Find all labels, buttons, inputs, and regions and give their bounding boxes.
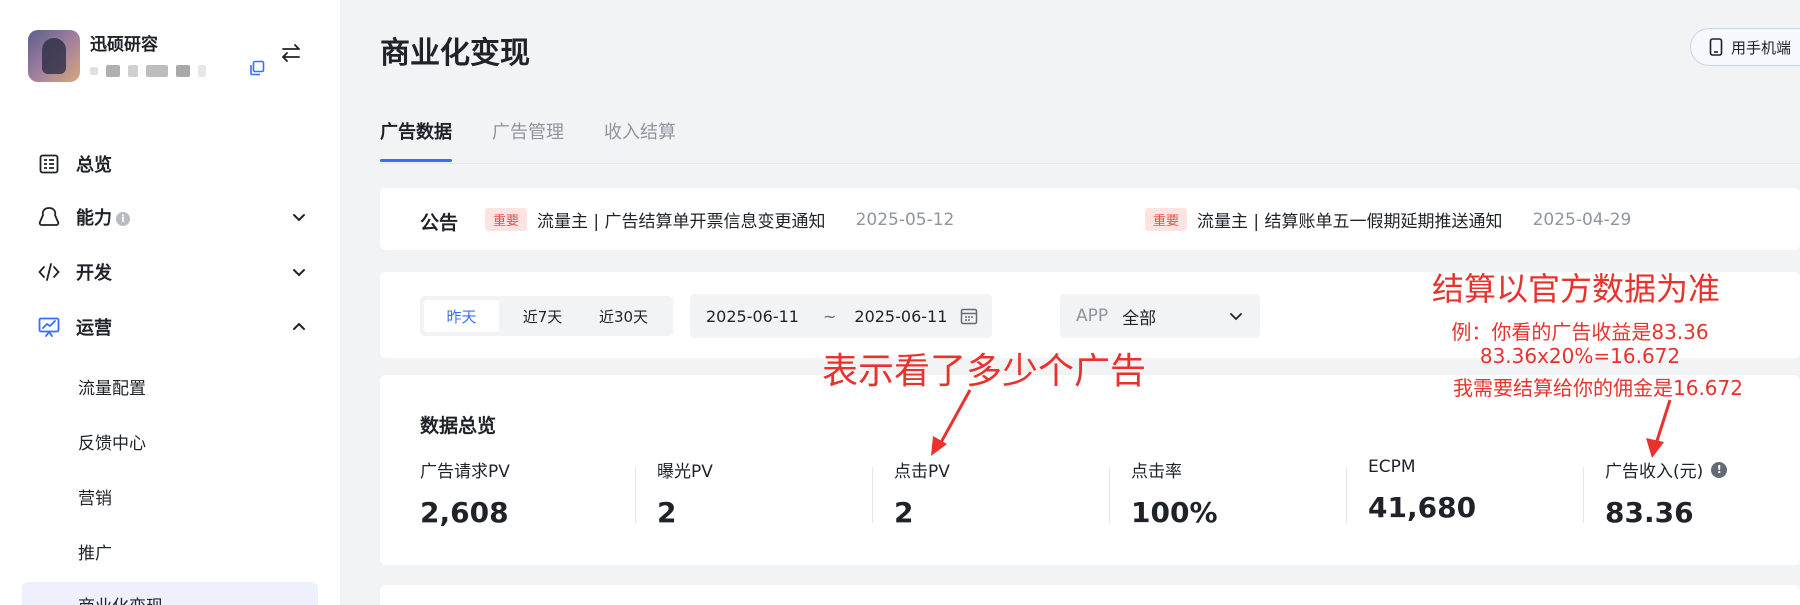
- range-30-days[interactable]: 近30天: [586, 300, 661, 332]
- mobile-view-label: 用手机端: [1731, 38, 1792, 57]
- nav-label: 能力: [76, 208, 112, 229]
- date-range-picker[interactable]: 2025-06-11 ~ 2025-06-11: [690, 294, 992, 338]
- annotation-settle-line1: 例：你看的广告收益是83.36: [1451, 320, 1709, 344]
- metric-clicks: 点击PV 2: [894, 457, 1124, 529]
- annotation-settle-line3: 我需要结算给你的佣金是16.672: [1453, 376, 1743, 400]
- notice-text[interactable]: 流量主 | 结算账单五一假期延期推送通知: [1197, 207, 1503, 232]
- page-title: 商业化变现: [380, 36, 530, 71]
- calendar-icon[interactable]: [960, 307, 978, 325]
- metric-ad-requests: 广告请求PV 2,608: [420, 457, 650, 529]
- dashboard-icon: [38, 153, 60, 175]
- capability-icon: [38, 206, 60, 228]
- metric-divider: [1109, 467, 1110, 523]
- app-select-value: 全部: [1122, 308, 1157, 329]
- notice-text[interactable]: 流量主 | 广告结算单开票信息变更通知: [537, 207, 826, 232]
- profile[interactable]: 迅硕研容: [28, 30, 206, 82]
- metric-label: ECPM: [1368, 457, 1416, 477]
- tab-ad-management[interactable]: 广告管理: [492, 118, 564, 162]
- annotation-settle-title: 结算以官方数据为准: [1432, 270, 1721, 308]
- range-yesterday[interactable]: 昨天: [424, 300, 499, 332]
- phone-icon: [1709, 38, 1723, 56]
- switch-account-icon[interactable]: [280, 44, 302, 62]
- metric-value: 41,680: [1368, 491, 1477, 524]
- tab-bar: 广告数据 广告管理 收入结算: [380, 118, 676, 162]
- sub-item-promotion[interactable]: 推广: [78, 539, 112, 564]
- date-range-segmented: 昨天 近7天 近30天: [420, 296, 673, 336]
- sub-item-marketing[interactable]: 营销: [78, 484, 112, 509]
- profile-name: 迅硕研容: [90, 35, 158, 55]
- metric-value: 2: [657, 496, 677, 529]
- important-tag: 重要: [485, 208, 528, 231]
- start-date[interactable]: 2025-06-11: [706, 307, 799, 326]
- notice-date: 2025-04-29: [1532, 209, 1632, 230]
- nav-capability[interactable]: 能力 i: [38, 199, 308, 235]
- warning-icon[interactable]: !: [1711, 461, 1728, 478]
- copy-icon[interactable]: [249, 60, 265, 76]
- avatar[interactable]: [28, 30, 80, 82]
- annotation-arrow-icon: [931, 389, 972, 456]
- metric-divider: [1583, 467, 1584, 523]
- annotation-arrow-icon: [1646, 399, 1672, 458]
- sub-item-feedback[interactable]: 反馈中心: [78, 429, 146, 454]
- metric-value: 83.36: [1605, 496, 1694, 529]
- nav-overview[interactable]: 总览: [38, 146, 308, 182]
- metric-label: 广告请求PV: [420, 462, 510, 482]
- app-select-label: APP: [1076, 306, 1109, 326]
- metric-divider: [872, 467, 873, 523]
- metric-divider: [635, 467, 636, 523]
- metric-value: 100%: [1131, 496, 1218, 529]
- nav-operations[interactable]: 运营: [38, 309, 308, 345]
- annotation-settle-line2: 83.36x20%=16.672: [1479, 344, 1681, 368]
- overview-title: 数据总览: [420, 415, 497, 437]
- metric-ad-revenue: 广告收入(元) ! 83.36: [1605, 457, 1800, 529]
- lower-card: [380, 585, 1800, 605]
- notice-card: 公告 重要 流量主 | 广告结算单开票信息变更通知 2025-05-12 重要 …: [380, 188, 1800, 250]
- sub-item-monetization[interactable]: 商业化变现: [78, 592, 163, 605]
- chevron-down-icon[interactable]: [290, 208, 308, 226]
- sidebar: 迅硕研容 总览 能力 i 开发 运营 流量配置 反馈中心 营销 推广: [0, 0, 340, 605]
- notice-item[interactable]: 重要 流量主 | 结算账单五一假期延期推送通知 2025-04-29: [1145, 207, 1631, 232]
- metric-label: 曝光PV: [657, 462, 713, 482]
- important-tag: 重要: [1145, 208, 1188, 231]
- nav-develop[interactable]: 开发: [38, 254, 308, 290]
- metric-ecpm: ECPM 41,680: [1368, 457, 1598, 524]
- tab-income-settlement[interactable]: 收入结算: [604, 118, 676, 162]
- notice-date: 2025-05-12: [855, 209, 955, 230]
- metric-label: 点击PV: [894, 462, 950, 482]
- nav-label: 运营: [76, 318, 112, 339]
- sub-item-active-bg: [22, 582, 318, 605]
- profile-id-redacted: [90, 65, 206, 77]
- metric-value: 2: [894, 496, 914, 529]
- app-select[interactable]: APP 全部: [1060, 294, 1260, 338]
- metric-divider: [1346, 467, 1347, 523]
- tab-ad-data[interactable]: 广告数据: [380, 118, 452, 162]
- nav-label: 总览: [76, 155, 112, 176]
- metric-value: 2,608: [420, 496, 509, 529]
- metric-impressions: 曝光PV 2: [657, 457, 887, 529]
- metric-label: 广告收入(元): [1605, 462, 1704, 482]
- code-icon: [38, 261, 60, 283]
- range-7-days[interactable]: 近7天: [505, 300, 580, 332]
- chevron-down-icon[interactable]: [1228, 308, 1244, 324]
- chevron-down-icon[interactable]: [290, 263, 308, 281]
- chart-icon: [38, 316, 60, 338]
- annotation-click-note: 表示看了多少个广告: [822, 351, 1147, 392]
- nav-label: 开发: [76, 263, 112, 284]
- notice-item[interactable]: 重要 流量主 | 广告结算单开票信息变更通知 2025-05-12: [485, 207, 954, 232]
- sub-item-traffic-config[interactable]: 流量配置: [78, 374, 146, 399]
- notice-title: 公告: [420, 212, 459, 234]
- end-date[interactable]: 2025-06-11: [854, 307, 947, 326]
- tab-divider: [380, 163, 1800, 164]
- chevron-up-icon[interactable]: [290, 318, 308, 336]
- date-separator: ~: [822, 306, 837, 326]
- mobile-view-button[interactable]: 用手机端: [1690, 28, 1800, 66]
- info-icon[interactable]: i: [116, 212, 130, 226]
- metric-label: 点击率: [1131, 462, 1182, 482]
- overview-card: 数据总览 广告请求PV 2,608 曝光PV 2 点击PV 2 点击率 100%…: [380, 375, 1800, 565]
- metric-ctr: 点击率 100%: [1131, 457, 1361, 529]
